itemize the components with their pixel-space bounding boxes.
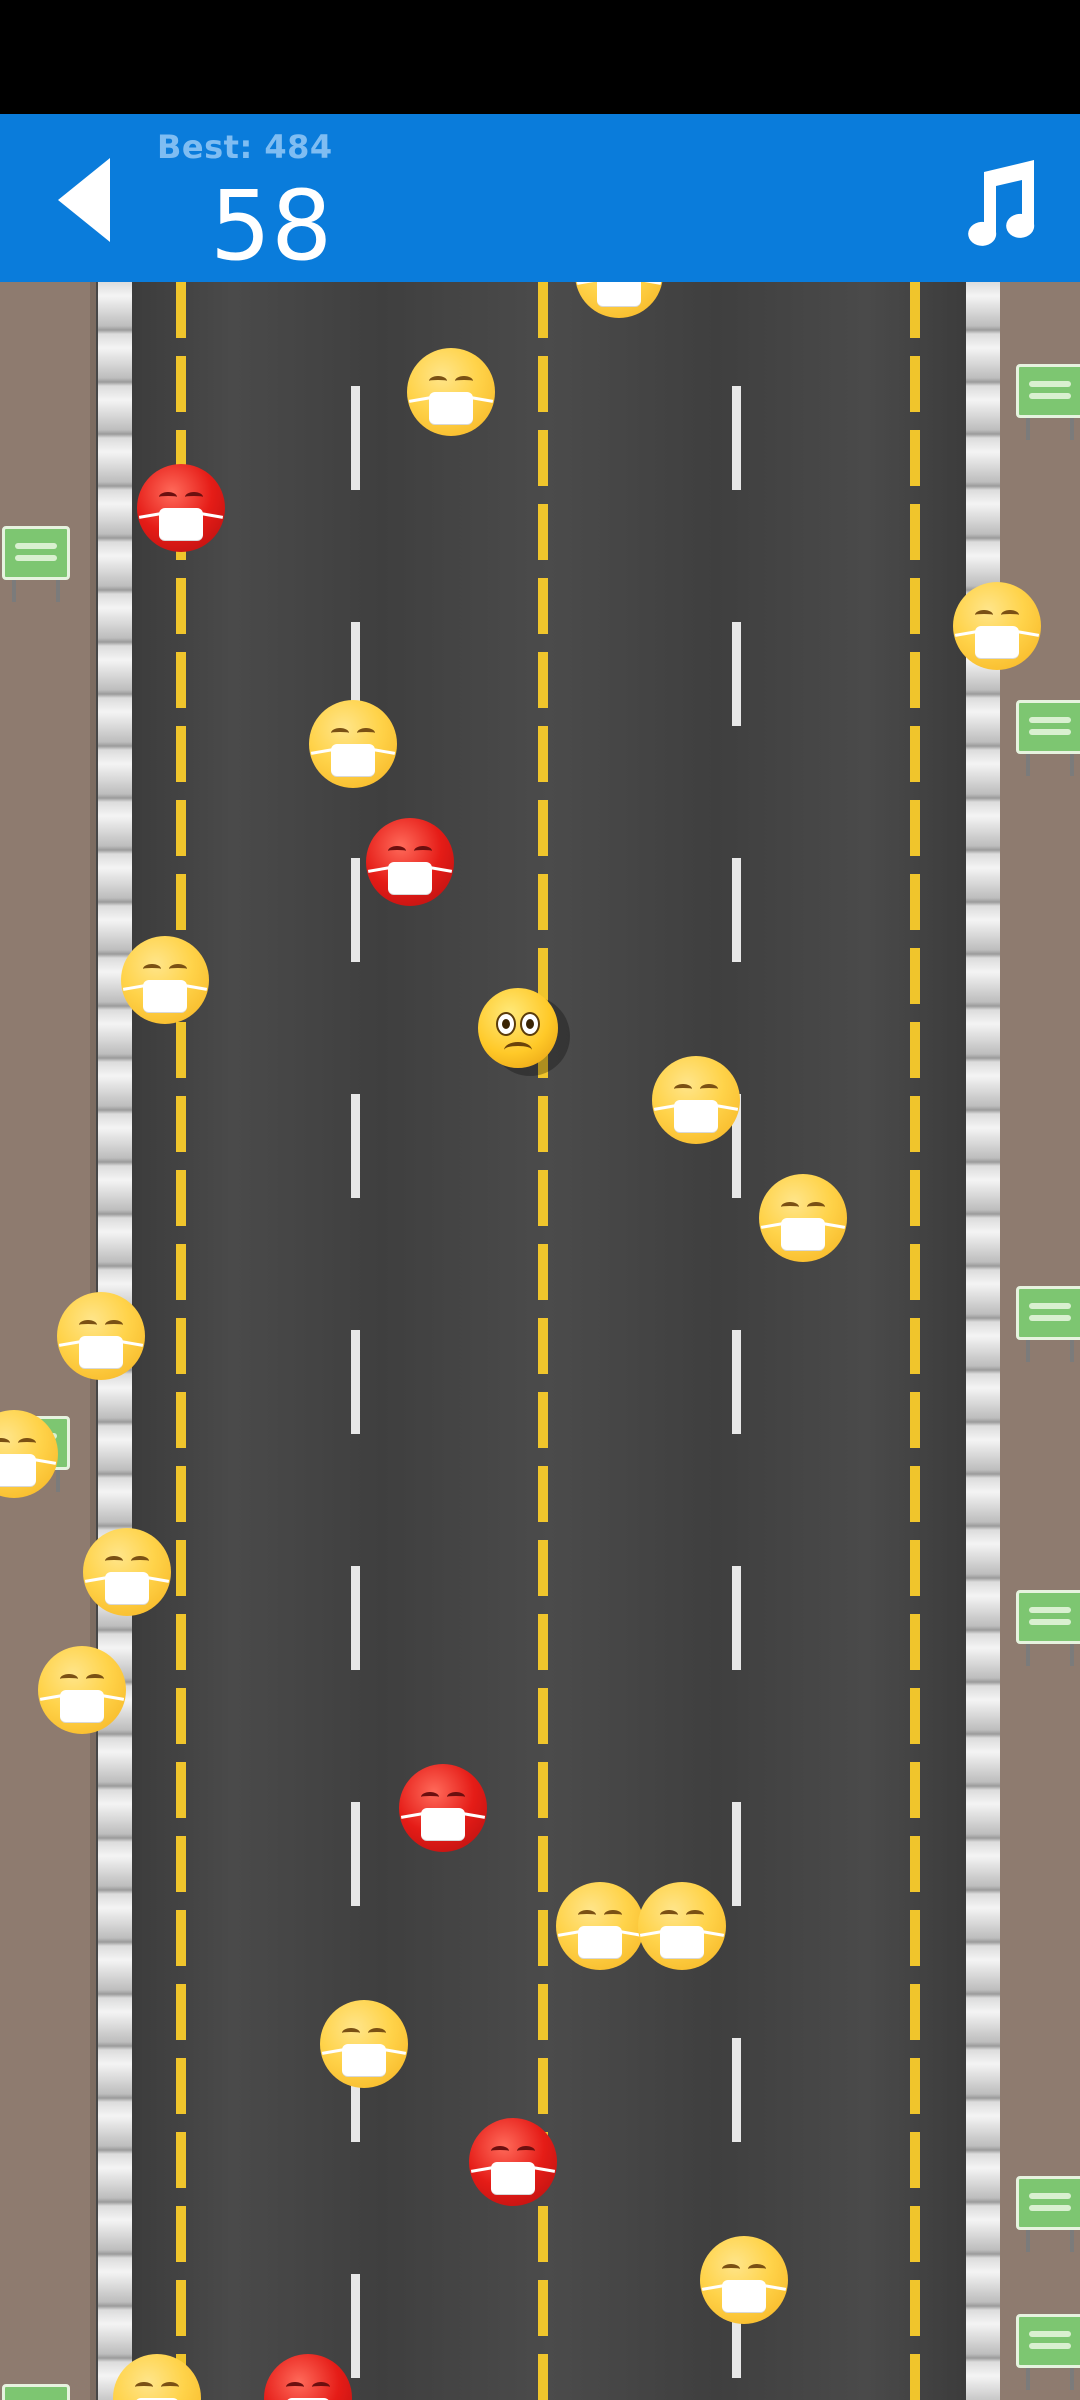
masked-emoji-obstacle [638, 1882, 726, 1970]
music-toggle-button[interactable] [950, 154, 1040, 254]
road-sign [2, 526, 70, 602]
road-sign [1016, 364, 1080, 440]
road-sign [1016, 1590, 1080, 1666]
game-area[interactable] [0, 282, 1080, 2400]
masked-emoji-obstacle [320, 2000, 408, 2088]
road-sign [1016, 700, 1080, 776]
road-sign [1016, 2176, 1080, 2252]
music-note-icon [968, 160, 1035, 246]
player-frown [504, 1042, 532, 1058]
masked-emoji-obstacle [309, 700, 397, 788]
sick-emoji-obstacle [469, 2118, 557, 2206]
lane-line-yellow [538, 282, 548, 2400]
road-sign [2, 2384, 70, 2400]
player-emoji[interactable] [478, 988, 558, 1068]
masked-emoji-obstacle [953, 582, 1041, 670]
best-score-label: Best: 484 [157, 128, 333, 166]
masked-emoji-obstacle [759, 1174, 847, 1262]
top-bar: Best: 484 58 [0, 114, 1080, 282]
masked-emoji-obstacle [83, 1528, 171, 1616]
road-sign [1016, 2314, 1080, 2390]
masked-emoji-obstacle [556, 1882, 644, 1970]
current-score: 58 [210, 170, 333, 282]
road [132, 282, 966, 2400]
lane-line-white [732, 282, 741, 2400]
sick-emoji-obstacle [137, 464, 225, 552]
masked-emoji-obstacle [38, 1646, 126, 1734]
lane-line-yellow [910, 282, 920, 2400]
masked-emoji-obstacle [121, 936, 209, 1024]
player-eye [496, 1012, 516, 1036]
sick-emoji-obstacle [399, 1764, 487, 1852]
player-eye [520, 1012, 540, 1036]
masked-emoji-obstacle [57, 1292, 145, 1380]
sick-emoji-obstacle [366, 818, 454, 906]
lane-line-yellow [176, 282, 186, 2400]
road-sign [1016, 1286, 1080, 1362]
masked-emoji-obstacle [652, 1056, 740, 1144]
back-triangle-icon [58, 158, 110, 242]
back-button[interactable] [40, 150, 130, 250]
status-bar [0, 0, 1080, 114]
masked-emoji-obstacle [407, 348, 495, 436]
masked-emoji-obstacle [700, 2236, 788, 2324]
